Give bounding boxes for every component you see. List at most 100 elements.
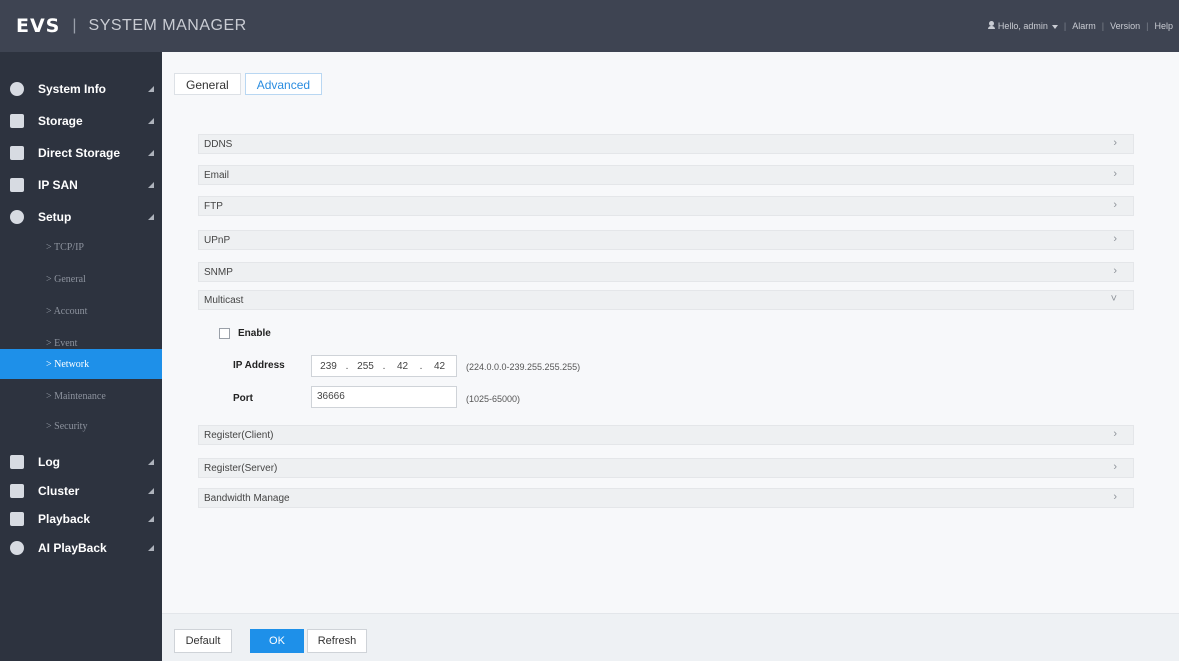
cluster-icon (10, 484, 24, 498)
expand-arrow-icon (148, 516, 154, 522)
tab-bar: General Advanced (174, 73, 326, 95)
tab-general[interactable]: General (174, 73, 241, 95)
user-menu[interactable]: Hello, admin (982, 21, 1064, 31)
section-label: SNMP (204, 266, 233, 278)
sidebar-item-log[interactable]: Log (0, 447, 162, 477)
sidebar-item-storage[interactable]: Storage (0, 106, 162, 136)
user-greeting: Hello, admin (997, 21, 1048, 31)
chevron-right-icon: › (1113, 491, 1117, 503)
sidebar-item-label: Setup (38, 210, 72, 224)
logo: EVS | SYSTEM MANAGER (16, 15, 247, 37)
expand-arrow-icon (148, 150, 154, 156)
section-ddns[interactable]: DDNS › (198, 134, 1134, 154)
expand-arrow-icon (148, 459, 154, 465)
user-icon (987, 21, 995, 29)
playback-icon (10, 512, 24, 526)
expand-arrow-icon (148, 488, 154, 494)
sidebar-item-label: Direct Storage (38, 146, 121, 160)
ip-octet-2[interactable]: 255 (349, 361, 382, 372)
version-link[interactable]: Version (1104, 21, 1146, 31)
sidebar-item-label: Storage (38, 114, 83, 128)
sidebar-subitem-general[interactable]: > General (0, 264, 162, 294)
sidebar-item-setup[interactable]: Setup (0, 202, 162, 232)
section-label: Bandwidth Manage (204, 492, 290, 504)
sidebar-subitem-security[interactable]: > Security (0, 411, 162, 441)
chevron-down-icon (1051, 24, 1058, 29)
section-label: Email (204, 169, 230, 181)
default-button[interactable]: Default (174, 629, 232, 653)
sidebar: System Info Storage Direct Storage IP SA… (0, 52, 162, 661)
chevron-right-icon: › (1113, 199, 1117, 211)
chevron-right-icon: › (1113, 137, 1117, 149)
sidebar-item-cluster[interactable]: Cluster (0, 476, 162, 506)
ip-address-input[interactable]: 239 . 255 . 42 . 42 (311, 355, 457, 377)
enable-label: Enable (238, 328, 271, 339)
sidebar-subitem-network[interactable]: > Network (0, 349, 162, 379)
section-label: Register(Server) (204, 462, 278, 474)
tab-advanced[interactable]: Advanced (244, 73, 323, 95)
sidebar-item-ip-san[interactable]: IP SAN (0, 170, 162, 200)
sidebar-item-label: AI PlayBack (38, 541, 107, 555)
ip-address-label: IP Address (233, 360, 285, 371)
ai-playback-icon (10, 541, 24, 555)
section-upnp[interactable]: UPnP › (198, 230, 1134, 250)
sidebar-item-label: System Info (38, 82, 107, 96)
sidebar-item-label: Log (38, 455, 60, 469)
expand-arrow-icon (148, 214, 154, 220)
ip-range-hint: (224.0.0.0-239.255.255.255) (466, 362, 581, 372)
refresh-button[interactable]: Refresh (307, 629, 367, 653)
section-label: Multicast (204, 294, 244, 306)
section-email[interactable]: Email › (198, 165, 1134, 185)
expand-arrow-icon (148, 182, 154, 188)
sidebar-item-label: Cluster (38, 484, 80, 498)
ip-octet-1[interactable]: 239 (312, 361, 345, 372)
chevron-down-icon: ˅ (1110, 293, 1117, 305)
direct-storage-icon (10, 146, 24, 160)
chevron-right-icon: › (1113, 233, 1117, 245)
sidebar-item-label: Playback (38, 512, 91, 526)
gear-icon (10, 210, 24, 224)
port-input[interactable]: 36666 (311, 386, 457, 408)
sidebar-item-playback[interactable]: Playback (0, 504, 162, 534)
sidebar-item-direct-storage[interactable]: Direct Storage (0, 138, 162, 168)
chevron-right-icon: › (1113, 265, 1117, 277)
enable-checkbox[interactable] (219, 328, 230, 339)
title-separator: | (72, 17, 77, 34)
ip-octet-4[interactable]: 42 (423, 361, 456, 372)
app-title: SYSTEM MANAGER (88, 17, 247, 34)
section-ftp[interactable]: FTP › (198, 196, 1134, 216)
log-icon (10, 455, 24, 469)
logo-text: EVS (16, 15, 61, 37)
sidebar-item-ai-playback[interactable]: AI PlayBack (0, 533, 162, 563)
help-link[interactable]: Help (1148, 21, 1179, 31)
sidebar-subitem-tcpip[interactable]: > TCP/IP (0, 232, 162, 262)
alarm-link[interactable]: Alarm (1066, 21, 1102, 31)
section-bandwidth-manage[interactable]: Bandwidth Manage › (198, 488, 1134, 508)
chevron-right-icon: › (1113, 461, 1117, 473)
header-links: Hello, admin | Alarm | Version | Help (982, 0, 1179, 52)
port-label: Port (233, 393, 253, 404)
action-bar: Default OK Refresh (162, 613, 1179, 661)
main-content: General Advanced DDNS › Email › FTP › UP… (162, 52, 1179, 661)
expand-arrow-icon (148, 118, 154, 124)
section-register-server[interactable]: Register(Server) › (198, 458, 1134, 478)
sidebar-subitem-account[interactable]: > Account (0, 296, 162, 326)
port-range-hint: (1025-65000) (466, 394, 521, 404)
storage-icon (10, 114, 24, 128)
section-register-client[interactable]: Register(Client) › (198, 425, 1134, 445)
section-snmp[interactable]: SNMP › (198, 262, 1134, 282)
sidebar-item-label: IP SAN (38, 178, 78, 192)
expand-arrow-icon (148, 545, 154, 551)
sidebar-subitem-maintenance[interactable]: > Maintenance (0, 381, 162, 411)
chevron-right-icon: › (1113, 428, 1117, 440)
section-label: Register(Client) (204, 429, 274, 441)
section-label: UPnP (204, 234, 231, 246)
top-bar: EVS | SYSTEM MANAGER Hello, admin | Alar… (0, 0, 1179, 52)
chevron-right-icon: › (1113, 168, 1117, 180)
sidebar-item-system-info[interactable]: System Info (0, 74, 162, 104)
ok-button[interactable]: OK (250, 629, 304, 653)
ip-octet-3[interactable]: 42 (386, 361, 419, 372)
ip-san-icon (10, 178, 24, 192)
section-multicast[interactable]: Multicast ˅ (198, 290, 1134, 310)
expand-arrow-icon (148, 86, 154, 92)
